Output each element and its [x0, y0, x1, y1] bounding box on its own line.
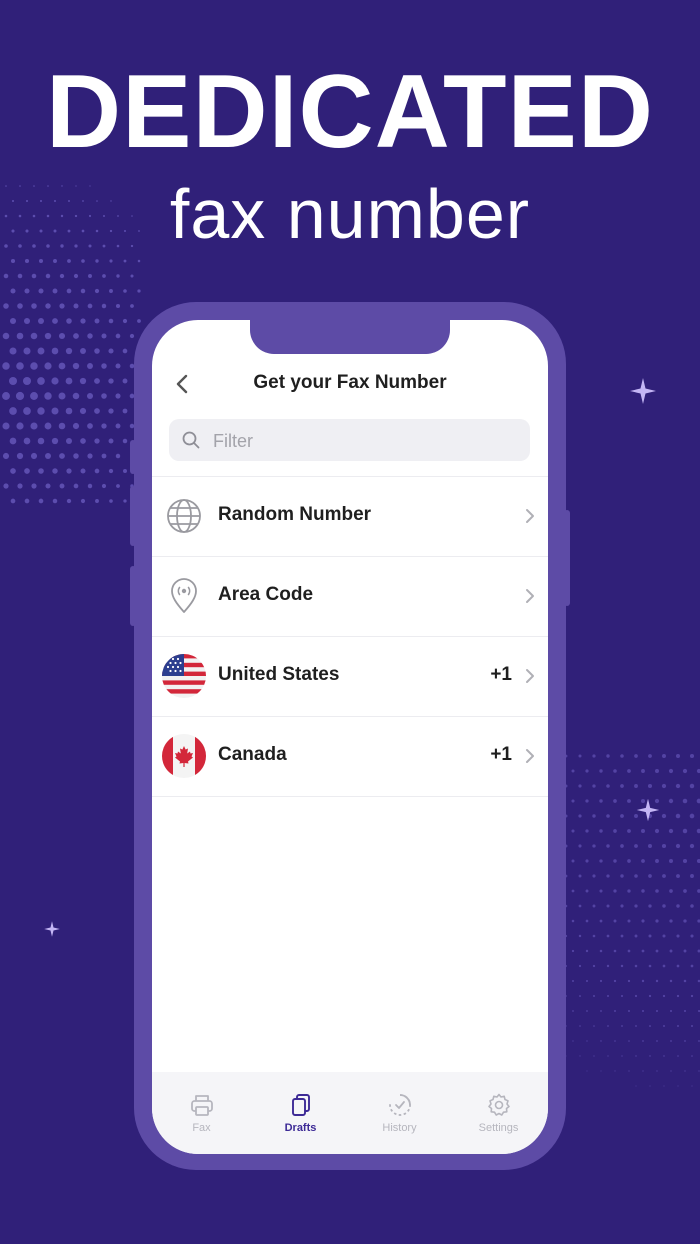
gear-icon: [488, 1093, 510, 1116]
sparkle-icon: [630, 378, 656, 404]
list-item-label: Area Code: [218, 584, 314, 605]
list-item-united-states[interactable]: United States +1: [152, 637, 548, 717]
chevron-right-icon: [526, 509, 534, 523]
location-pin-icon: [171, 578, 197, 613]
chevron-right-icon: [526, 669, 534, 683]
globe-icon: [167, 499, 201, 533]
list-item-area-code[interactable]: Area Code: [152, 557, 548, 637]
headline-subtitle: fax number: [169, 175, 531, 253]
phone-screen: Get your Fax Number Random Number: [152, 320, 548, 1154]
dot-pattern-right: [564, 753, 700, 1087]
canada-flag-icon: [162, 734, 206, 778]
country-code: +1: [490, 744, 512, 765]
tab-bar: Fax Drafts History Settings: [152, 1072, 548, 1154]
chevron-right-icon: [526, 749, 534, 763]
phone-notch: [250, 320, 450, 354]
navigation-bar: Get your Fax Number: [152, 364, 548, 404]
filter-input[interactable]: [211, 419, 515, 463]
documents-icon: [292, 1094, 310, 1116]
tab-label: Drafts: [284, 1122, 317, 1134]
list-item-random-number[interactable]: Random Number: [152, 477, 548, 557]
list-item-canada[interactable]: Canada +1: [152, 717, 548, 797]
chevron-right-icon: [526, 589, 534, 603]
tab-label: Fax: [192, 1122, 211, 1134]
headline-title: DEDICATED: [46, 54, 654, 170]
page-title: Get your Fax Number: [253, 372, 447, 393]
tab-drafts[interactable]: Drafts: [251, 1072, 350, 1154]
sparkle-icon: [636, 798, 660, 822]
tab-history[interactable]: History: [350, 1072, 449, 1154]
tab-settings[interactable]: Settings: [449, 1072, 548, 1154]
us-flag-icon: [162, 654, 206, 698]
list-item-label: Random Number: [218, 504, 372, 525]
search-icon: [182, 431, 200, 449]
sparkle-icon: [44, 921, 60, 937]
list-item-label: Canada: [218, 744, 287, 765]
search-bar: [169, 419, 530, 463]
tab-label: History: [382, 1122, 417, 1134]
printer-icon: [191, 1095, 213, 1116]
list-item-label: United States: [218, 664, 340, 685]
history-icon: [389, 1094, 411, 1116]
tab-label: Settings: [478, 1122, 519, 1134]
country-code: +1: [490, 664, 512, 685]
number-options-list: Random Number Area Code United States +1…: [152, 476, 548, 797]
tab-fax[interactable]: Fax: [152, 1072, 251, 1154]
